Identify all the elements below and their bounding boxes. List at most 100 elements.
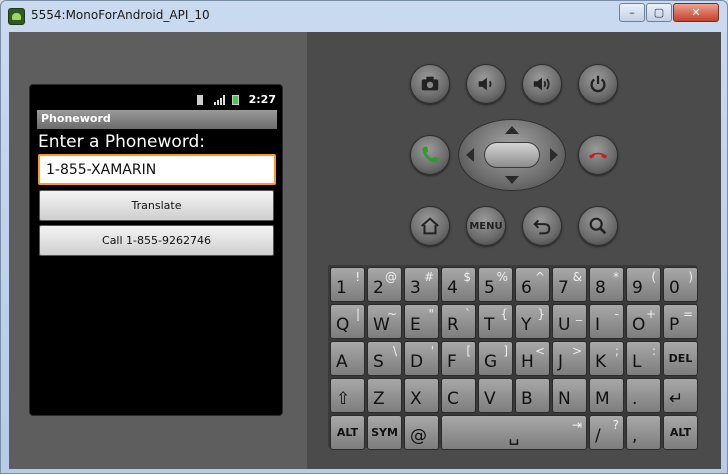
key-alt-label: ' <box>430 344 434 358</box>
close-button[interactable]: ✕ <box>673 3 719 22</box>
menu-button[interactable]: MENU <box>466 206 506 246</box>
key-2-1[interactable]: S \ <box>367 341 402 376</box>
key-label: @ <box>410 426 427 446</box>
key-3-2[interactable]: X <box>404 378 439 413</box>
dpad-left-icon[interactable] <box>466 148 474 162</box>
dpad-up-icon[interactable] <box>505 126 519 134</box>
key-3-0[interactable]: ⇧ <box>330 378 365 413</box>
key-1-8[interactable]: O + <box>626 304 661 339</box>
key-4-3[interactable]: ␣ ⇥ <box>441 415 587 450</box>
call-button[interactable]: Call 1-855-9262746 <box>39 225 274 256</box>
key-2-5[interactable]: H < <box>515 341 550 376</box>
key-label: 5 <box>484 278 495 298</box>
key-alt-label: & <box>572 270 582 284</box>
key-label: P <box>669 315 680 335</box>
screen-panel: 2:27 Phoneword Enter a Phoneword: Transl… <box>9 32 307 469</box>
key-3-1[interactable]: Z <box>367 378 402 413</box>
key-4-6[interactable]: ALT <box>663 415 698 450</box>
emulator-window: 5554:MonoForAndroid_API_10 – ▢ ✕ 2:27 Ph… <box>0 0 728 474</box>
phoneword-input[interactable] <box>38 154 276 185</box>
key-alt-label: _ <box>576 307 582 321</box>
call-hardware-button[interactable] <box>410 135 450 175</box>
key-3-6[interactable]: N <box>552 378 587 413</box>
title-bar[interactable]: 5554:MonoForAndroid_API_10 – ▢ ✕ <box>1 1 727 31</box>
key-label: Z <box>373 389 385 409</box>
key-label: F <box>447 352 457 372</box>
key-label: X <box>410 389 422 409</box>
dpad[interactable] <box>458 119 566 191</box>
key-2-4[interactable]: G] <box>478 341 513 376</box>
translate-button[interactable]: Translate <box>39 190 274 221</box>
key-label: ␣ <box>508 426 520 446</box>
key-alt-label: " <box>428 307 434 321</box>
key-alt-label: : <box>651 344 656 358</box>
maximize-button[interactable]: ▢ <box>646 3 672 22</box>
key-2-3[interactable]: F[ <box>441 341 476 376</box>
key-label: Q <box>336 315 350 335</box>
key-label: SYM <box>371 426 398 439</box>
volume-down-icon <box>478 77 492 91</box>
device-screen: 2:27 Phoneword Enter a Phoneword: Transl… <box>29 84 283 416</box>
key-1-1[interactable]: W ~ <box>367 304 402 339</box>
key-4-0[interactable]: ALT <box>330 415 365 450</box>
dpad-down-icon[interactable] <box>505 176 519 184</box>
volume-down-button[interactable] <box>466 64 506 104</box>
key-3-7[interactable]: M <box>589 378 624 413</box>
key-2-8[interactable]: L: <box>626 341 661 376</box>
key-label: 3 <box>410 278 421 298</box>
menu-label: MENU <box>469 220 503 232</box>
power-button[interactable] <box>578 64 618 104</box>
key-2-9[interactable]: DEL <box>663 341 698 376</box>
key-alt-label: ^ <box>534 270 545 284</box>
key-alt-label: % <box>496 270 508 284</box>
key-2-0[interactable]: A <box>330 341 365 376</box>
key-1-6[interactable]: U _ <box>552 304 587 339</box>
key-1-2[interactable]: E " <box>404 304 439 339</box>
power-icon <box>590 75 606 93</box>
camera-button[interactable] <box>410 64 450 104</box>
key-3-9[interactable]: ↵ <box>663 378 698 413</box>
key-0-0[interactable]: 1! <box>330 267 365 302</box>
key-3-8[interactable]: . <box>626 378 661 413</box>
dpad-center-button[interactable] <box>484 142 540 168</box>
key-4-1[interactable]: SYM <box>367 415 402 450</box>
key-0-3[interactable]: 4 $ <box>441 267 476 302</box>
volume-up-button[interactable] <box>522 64 562 104</box>
key-3-4[interactable]: V <box>478 378 513 413</box>
key-2-2[interactable]: D ' <box>404 341 439 376</box>
key-1-5[interactable]: Y} <box>515 304 550 339</box>
key-4-4[interactable]: /? <box>589 415 624 450</box>
search-button[interactable] <box>578 206 618 246</box>
key-label: L <box>632 352 642 372</box>
key-0-2[interactable]: 3 # <box>404 267 439 302</box>
key-0-7[interactable]: 8 * <box>589 267 624 302</box>
key-0-1[interactable]: 2 @ <box>367 267 402 302</box>
key-0-8[interactable]: 9( <box>626 267 661 302</box>
key-0-9[interactable]: 0) <box>663 267 698 302</box>
key-3-3[interactable]: C <box>441 378 476 413</box>
key-alt-label: < <box>534 344 545 358</box>
minimize-button[interactable]: – <box>619 3 645 22</box>
key-1-4[interactable]: T{ <box>478 304 513 339</box>
key-1-7[interactable]: I- <box>589 304 624 339</box>
key-1-9[interactable]: P = <box>663 304 698 339</box>
key-alt-label: ( <box>651 270 656 284</box>
key-0-4[interactable]: 5% <box>478 267 513 302</box>
key-alt-label: - <box>614 307 619 321</box>
key-4-5[interactable]: , <box>626 415 661 450</box>
key-4-2[interactable]: @ <box>404 415 439 450</box>
home-button[interactable] <box>410 206 450 246</box>
key-1-3[interactable]: R ` <box>441 304 476 339</box>
key-2-7[interactable]: K; <box>589 341 624 376</box>
key-3-5[interactable]: B <box>515 378 550 413</box>
end-call-button[interactable] <box>578 135 618 175</box>
camera-icon <box>421 76 439 91</box>
dpad-right-icon[interactable] <box>550 148 558 162</box>
key-0-5[interactable]: 6 ^ <box>515 267 550 302</box>
key-alt-label: = <box>682 307 693 321</box>
key-2-6[interactable]: J > <box>552 341 587 376</box>
key-alt-label: > <box>571 344 582 358</box>
key-1-0[interactable]: Q | <box>330 304 365 339</box>
key-0-6[interactable]: 7 & <box>552 267 587 302</box>
back-button[interactable] <box>522 206 562 246</box>
